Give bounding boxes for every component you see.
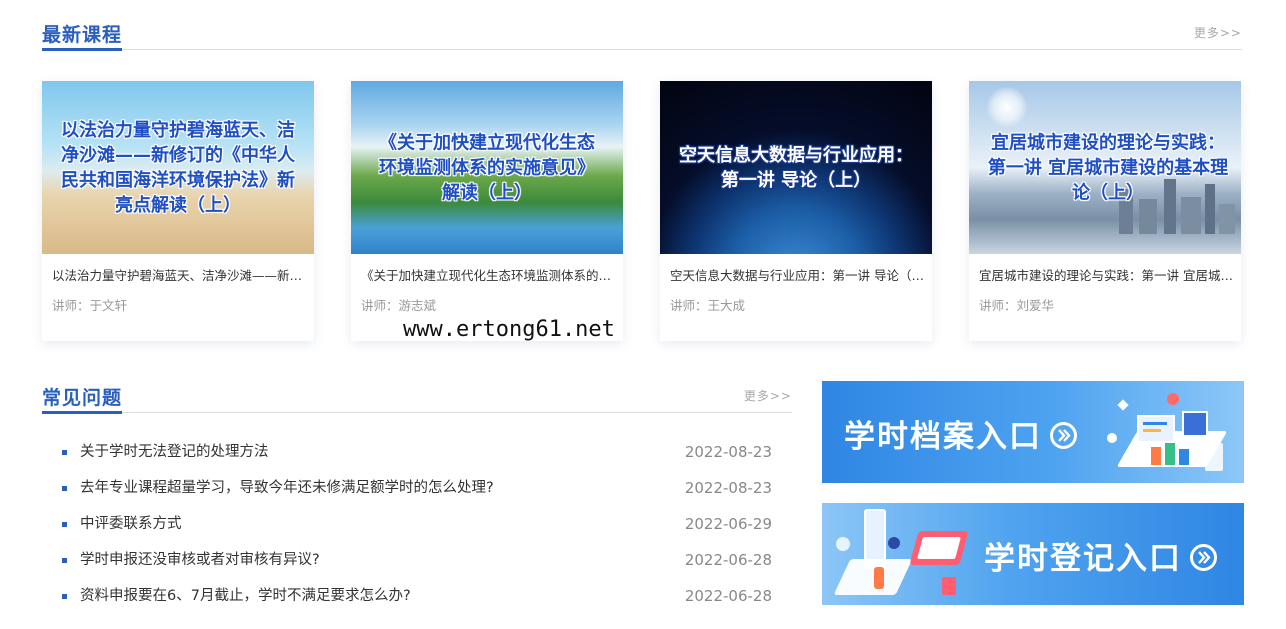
arrow-circle-icon xyxy=(1190,544,1217,571)
faq-item-title[interactable]: 学时申报还没审核或者对审核有异议? xyxy=(80,540,320,580)
faq-item-date: 2022-08-23 xyxy=(684,479,772,497)
bullet-icon xyxy=(62,450,67,455)
faq-item-date: 2022-08-23 xyxy=(684,443,772,461)
section-title-underline xyxy=(42,411,122,414)
faq-item[interactable]: 中评委联系方式 2022-06-29 xyxy=(62,504,774,540)
course-teacher: 讲师：刘爱华 xyxy=(979,298,1055,313)
course-card[interactable]: 宜居城市建设的理论与实践：第一讲 宜居城市建设的基本理论（上） 宜居城市建设的理… xyxy=(969,81,1241,341)
bullet-icon xyxy=(62,486,67,491)
courses-more-link[interactable]: 更多>> xyxy=(1194,24,1242,41)
faq-list: 关于学时无法登记的处理方法 2022-08-23 去年专业课程超量学习，导致今年… xyxy=(62,432,774,612)
course-thumbnail[interactable]: 宜居城市建设的理论与实践：第一讲 宜居城市建设的基本理论（上） xyxy=(969,81,1241,254)
course-teacher: 讲师：王大成 xyxy=(670,298,746,313)
faq-section-header: 常见问题 更多>> xyxy=(42,373,792,414)
banner-register-label: 学时登记入口 xyxy=(984,533,1217,578)
faq-item-date: 2022-06-28 xyxy=(684,587,772,605)
bullet-icon xyxy=(62,522,67,527)
arrow-circle-icon xyxy=(1050,422,1077,449)
study-archive-entry-banner[interactable]: 学时档案入口 xyxy=(822,381,1244,483)
courses-section-title: 最新课程 xyxy=(42,24,123,46)
course-thumbnail[interactable]: 以法治力量守护碧海蓝天、洁净沙滩——新修订的《中华人民共和国海洋环境保护法》新亮… xyxy=(42,81,314,254)
course-teacher: 讲师：于文轩 xyxy=(52,298,128,313)
course-card[interactable]: 以法治力量守护碧海蓝天、洁净沙滩——新修订的《中华人民共和国海洋环境保护法》新亮… xyxy=(42,81,314,341)
bullet-icon xyxy=(62,594,67,599)
courses-section-header: 最新课程 更多>> xyxy=(42,10,1242,51)
register-illustration-icon xyxy=(833,507,974,603)
bullet-icon xyxy=(62,558,67,563)
course-thumbnail-text: 《关于加快建立现代化生态环境监测体系的实施意见》解读（上） xyxy=(379,132,595,203)
faq-item-title[interactable]: 资料申报要在6、7月截止，学时不满足要求怎么办? xyxy=(80,576,411,616)
course-teacher: 讲师：游志斌 xyxy=(361,298,437,313)
faq-item[interactable]: 资料申报要在6、7月截止，学时不满足要求怎么办? 2022-06-28 xyxy=(62,576,774,612)
course-title[interactable]: 以法治力量守护碧海蓝天、洁净沙滩——新修订的《中华人民共和国海洋环境保护法》新亮… xyxy=(52,265,307,284)
course-card[interactable]: 空天信息大数据与行业应用：第一讲 导论（上） 空天信息大数据与行业应用：第一讲 … xyxy=(660,81,932,341)
banner-archive-text: 学时档案入口 xyxy=(844,419,1042,455)
course-title[interactable]: 宜居城市建设的理论与实践：第一讲 宜居城市建设的基本理论（上） xyxy=(979,265,1234,284)
faq-item[interactable]: 学时申报还没审核或者对审核有异议? 2022-06-28 xyxy=(62,540,774,576)
faq-item-date: 2022-06-29 xyxy=(684,515,772,533)
course-thumbnail-text: 空天信息大数据与行业应用：第一讲 导论（上） xyxy=(679,144,913,191)
course-thumbnail-text: 宜居城市建设的理论与实践：第一讲 宜居城市建设的基本理论（上） xyxy=(987,132,1229,203)
faq-item-date: 2022-06-28 xyxy=(684,551,772,569)
section-title-underline xyxy=(42,48,122,51)
course-title[interactable]: 《关于加快建立现代化生态环境监测体系的实施意见》解读（上） xyxy=(361,265,616,284)
course-thumbnail[interactable]: 空天信息大数据与行业应用：第一讲 导论（上） xyxy=(660,81,932,254)
archive-illustration-icon xyxy=(1107,393,1237,481)
course-thumbnail-text: 以法治力量守护碧海蓝天、洁净沙滩——新修订的《中华人民共和国海洋环境保护法》新亮… xyxy=(61,119,295,216)
faq-more-link[interactable]: 更多>> xyxy=(744,387,792,404)
course-title[interactable]: 空天信息大数据与行业应用：第一讲 导论（上） xyxy=(670,265,925,284)
banner-register-text: 学时登记入口 xyxy=(984,541,1182,577)
faq-item-title[interactable]: 中评委联系方式 xyxy=(80,504,182,544)
faq-item-title[interactable]: 去年专业课程超量学习，导致今年还未修满足额学时的怎么处理? xyxy=(80,468,494,508)
faq-item-title[interactable]: 关于学时无法登记的处理方法 xyxy=(80,432,269,472)
banner-archive-label: 学时档案入口 xyxy=(844,411,1077,456)
sun-icon xyxy=(987,87,1027,127)
faq-item[interactable]: 关于学时无法登记的处理方法 2022-08-23 xyxy=(62,432,774,468)
faq-section-title: 常见问题 xyxy=(42,387,123,409)
course-card[interactable]: 《关于加快建立现代化生态环境监测体系的实施意见》解读（上） 《关于加快建立现代化… xyxy=(351,81,623,341)
watermark-text: www.ertong61.net xyxy=(403,317,615,342)
faq-item[interactable]: 去年专业课程超量学习，导致今年还未修满足额学时的怎么处理? 2022-08-23 xyxy=(62,468,774,504)
course-thumbnail[interactable]: 《关于加快建立现代化生态环境监测体系的实施意见》解读（上） xyxy=(351,81,623,254)
study-register-entry-banner[interactable]: 学时登记入口 xyxy=(822,503,1244,605)
